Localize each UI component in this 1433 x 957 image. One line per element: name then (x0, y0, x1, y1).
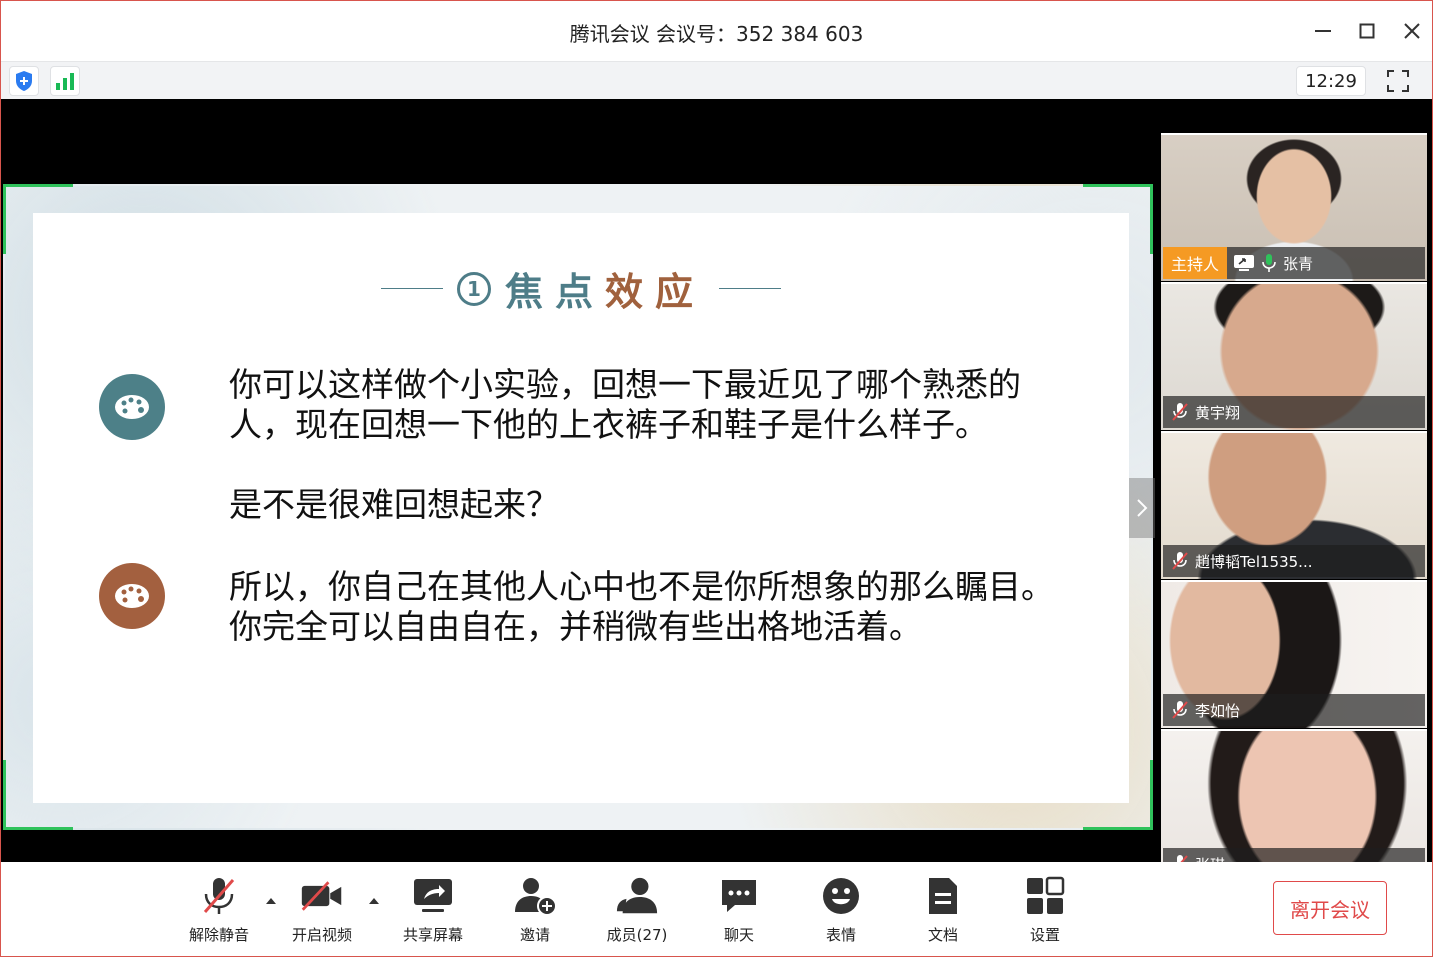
audio-options-button[interactable] (264, 894, 278, 908)
chat-icon (717, 874, 761, 918)
palette-icon (115, 395, 149, 419)
paragraph-1-line-2: 人，现在回想一下他的上衣裤子和鞋子是什么样子。 (229, 405, 988, 444)
participant-name: 趙博韬Tel1535... (1195, 552, 1313, 571)
participant-name: 李如怡 (1195, 701, 1241, 720)
participant-tile[interactable]: 主持人 张青 (1161, 133, 1427, 281)
paragraph-1: 你可以这样做个小实验，回想一下最近见了哪个熟悉的 人，现在回想一下他的上衣裤子和… (229, 365, 1089, 445)
paragraph-3-line-1: 所以，你自己在其他人心中也不是你所想象的那么瞩目。 (229, 567, 1054, 606)
participant-name: 黄宇翔 (1195, 403, 1241, 422)
video-options-button[interactable] (367, 894, 381, 908)
microphone-muted-icon (1177, 855, 1188, 862)
reactions-label: 表情 (825, 926, 856, 944)
docs-button[interactable]: 文档 (898, 874, 988, 946)
meeting-window: 腾讯会议 会议号：352 384 603 12:29 1 焦点效应 你可以这样做… (0, 0, 1433, 957)
heading-rule (380, 288, 443, 289)
microphone-muted-icon (1172, 552, 1188, 570)
members-icon (615, 874, 659, 918)
palette-bullet (99, 563, 165, 629)
paragraph-3: 所以，你自己在其他人心中也不是你所想象的那么瞩目。 你完全可以自由自在，并稍微有… (229, 567, 1089, 647)
signal-icon (56, 73, 74, 90)
invite-button[interactable]: 邀请 (490, 874, 580, 946)
chat-label: 聊天 (723, 926, 754, 944)
start-video-button[interactable]: 开启视频 (277, 874, 367, 946)
palette-bullet (99, 374, 165, 440)
participant-namebar: 主持人 张青 (1163, 247, 1425, 279)
minimize-button[interactable] (1305, 15, 1341, 47)
fullscreen-icon (1387, 70, 1409, 92)
unmute-button[interactable]: 解除静音 (174, 874, 264, 946)
participant-name: 张青 (1283, 254, 1314, 273)
maximize-button[interactable] (1349, 15, 1385, 47)
slide-title-part-b: 效应 (605, 270, 706, 314)
status-bar: 12:29 (1, 61, 1432, 99)
camera-off-icon (300, 874, 344, 918)
paragraph-2: 是不是很难回想起来？ (229, 485, 559, 524)
screen-share-icon (1234, 255, 1255, 271)
meeting-toolbar: 解除静音 开启视频 共享屏幕 邀请 成员(27) 聊天 表情 文档 设置 离开会… (1, 862, 1432, 956)
docs-label: 文档 (927, 926, 958, 944)
document-icon (921, 874, 965, 918)
share-screen-button[interactable]: 共享屏幕 (388, 874, 478, 946)
microphone-icon (1262, 254, 1276, 272)
settings-label: 设置 (1029, 926, 1060, 944)
caret-up-icon (266, 898, 276, 904)
meeting-clock: 12:29 (1296, 66, 1366, 96)
settings-button[interactable]: 设置 (1000, 874, 1090, 946)
security-button[interactable] (9, 66, 39, 96)
slide-number: 1 (456, 271, 491, 306)
members-label: 成员(27) (606, 926, 668, 944)
participant-namebar: 黄宇翔 (1163, 396, 1425, 428)
start-video-label: 开启视频 (291, 926, 352, 944)
participant-namebar: 李如怡 (1163, 694, 1425, 726)
video-stage: 1 焦点效应 你可以这样做个小实验，回想一下最近见了哪个熟悉的 人，现在回想一下… (1, 100, 1432, 862)
unmute-label: 解除静音 (188, 926, 249, 944)
participant-tile[interactable]: 张琪 (1161, 729, 1427, 862)
maximize-icon (1359, 23, 1375, 39)
slide-title-part-a: 焦点 (504, 270, 605, 314)
host-badge: 主持人 (1163, 247, 1228, 279)
network-button[interactable] (50, 66, 80, 96)
reactions-button[interactable]: 表情 (796, 874, 886, 946)
invite-label: 邀请 (519, 926, 550, 944)
palette-icon (115, 584, 149, 608)
slide-content: 1 焦点效应 你可以这样做个小实验，回想一下最近见了哪个熟悉的 人，现在回想一下… (33, 213, 1129, 803)
participant-namebar: 趙博韬Tel1535... (1163, 545, 1425, 577)
leave-meeting-button[interactable]: 离开会议 (1273, 881, 1387, 935)
slide-title: 焦点效应 (505, 261, 705, 316)
add-user-icon (513, 874, 557, 918)
heading-rule (719, 288, 782, 289)
participant-tile[interactable]: 李如怡 (1161, 580, 1427, 728)
fullscreen-button[interactable] (1381, 66, 1415, 96)
participant-name: 张琪 (1195, 854, 1225, 863)
chat-button[interactable]: 聊天 (694, 874, 784, 946)
close-button[interactable] (1394, 15, 1430, 47)
participant-tile[interactable]: 趙博韬Tel1535... (1161, 431, 1427, 579)
caret-up-icon (369, 898, 379, 904)
window-title: 腾讯会议 会议号：352 384 603 (569, 22, 864, 46)
shared-slide: 1 焦点效应 你可以这样做个小实验，回想一下最近见了哪个熟悉的 人，现在回想一下… (3, 184, 1153, 830)
paragraph-1-line-1: 你可以这样做个小实验，回想一下最近见了哪个熟悉的 (229, 365, 1021, 404)
participant-namebar: 张琪 (1163, 848, 1425, 862)
close-icon (1404, 23, 1420, 39)
participant-video (1161, 731, 1427, 862)
paragraph-3-line-2: 你完全可以自由自在，并稍微有些出格地活着。 (229, 607, 922, 646)
emoji-icon (819, 874, 863, 918)
microphone-muted-icon (1172, 701, 1188, 719)
participant-tile[interactable]: 黄宇翔 (1161, 282, 1427, 430)
screen-share-icon (411, 874, 455, 918)
share-screen-label: 共享屏幕 (402, 926, 463, 944)
minimize-icon (1315, 30, 1331, 32)
slide-heading: 1 焦点效应 (33, 261, 1129, 316)
microphone-muted-icon (1172, 403, 1188, 421)
shield-icon (16, 71, 32, 91)
grid-settings-icon (1023, 874, 1067, 918)
members-button[interactable]: 成员(27) (592, 874, 682, 946)
next-page-button[interactable] (1129, 478, 1155, 538)
title-bar: 腾讯会议 会议号：352 384 603 (1, 1, 1432, 61)
participant-list[interactable]: 主持人 张青 黄宇翔 趙博韬Tel1535... 李如怡 (1161, 133, 1427, 862)
microphone-muted-icon (197, 874, 241, 918)
chevron-right-icon (1137, 499, 1148, 517)
